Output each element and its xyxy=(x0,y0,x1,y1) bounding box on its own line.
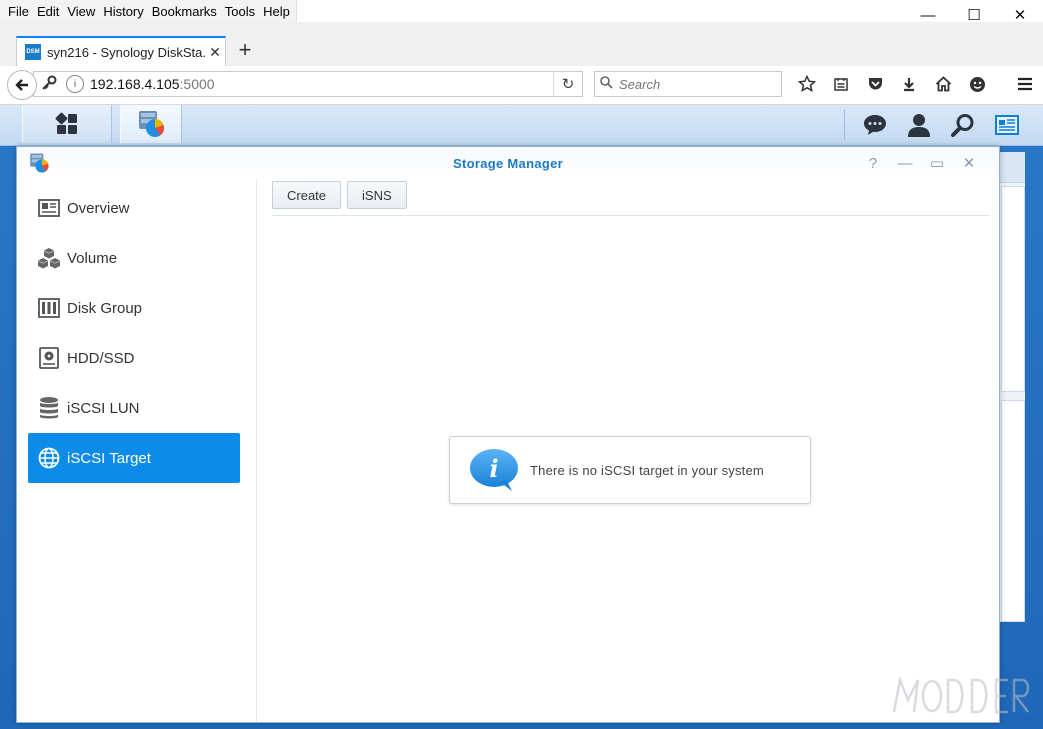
close-window-button[interactable]: ✕ xyxy=(997,0,1043,30)
back-button[interactable] xyxy=(7,70,37,100)
sidebar-item-label: HDD/SSD xyxy=(67,349,135,367)
taskbar-right-icons xyxy=(844,108,1029,142)
menu-help[interactable]: Help xyxy=(261,4,296,19)
sidebar-item-iscsi-lun[interactable]: iSCSI LUN xyxy=(28,383,240,433)
storage-manager-app-icon xyxy=(139,111,165,137)
sidebar-item-label: Overview xyxy=(67,199,130,217)
taskbar-separator xyxy=(844,110,845,140)
sidebar-item-overview[interactable]: Overview xyxy=(28,183,240,233)
overview-icon xyxy=(36,195,62,221)
background-window-body xyxy=(1001,186,1025,392)
search-icon[interactable] xyxy=(941,108,985,142)
sidebar-item-label: Volume xyxy=(67,249,118,267)
sidebar-item-iscsi-target[interactable]: iSCSI Target xyxy=(28,433,240,483)
sidebar-item-volume[interactable]: Volume xyxy=(28,233,240,283)
url-host: 192.168.4.105 xyxy=(90,76,180,92)
search-bar[interactable] xyxy=(594,71,782,97)
download-icon[interactable] xyxy=(892,71,926,97)
bookmark-star-icon[interactable] xyxy=(790,71,824,97)
window-maximize-button[interactable]: ▭ xyxy=(921,153,953,173)
disk-group-icon xyxy=(36,295,62,321)
search-icon xyxy=(595,76,617,92)
browser-menubar: File Edit View History Bookmarks Tools H… xyxy=(0,0,1043,24)
window-title-controls: ? — ▭ ✕ xyxy=(857,153,985,173)
reload-icon[interactable]: ↻ xyxy=(553,72,582,96)
dsm-taskbar xyxy=(0,105,1043,146)
url-port: :5000 xyxy=(179,76,215,92)
notifications-chat-icon[interactable] xyxy=(853,108,897,142)
user-icon[interactable] xyxy=(897,108,941,142)
globe-icon xyxy=(36,445,62,471)
site-info-icon[interactable]: i xyxy=(66,75,84,93)
content-toolbar: Create iSNS xyxy=(272,181,413,209)
watermark-logo-icon xyxy=(892,675,1030,714)
background-window-header xyxy=(999,152,1025,183)
key-icon[interactable] xyxy=(38,75,60,94)
search-input[interactable] xyxy=(617,75,771,93)
window-titlebar[interactable]: Storage Manager ? — ▭ ✕ xyxy=(17,147,999,179)
storage-manager-taskbar-button[interactable] xyxy=(120,105,182,143)
sidebar-item-disk-group[interactable]: Disk Group xyxy=(28,283,240,333)
menu-view[interactable]: View xyxy=(65,4,101,19)
menu-list: File Edit View History Bookmarks Tools H… xyxy=(0,0,297,22)
background-window xyxy=(998,152,1025,622)
sidebar-item-hdd-ssd[interactable]: HDD/SSD xyxy=(28,333,240,383)
empty-state-message: i There is no iSCSI target in your syste… xyxy=(449,436,811,504)
svg-text:i: i xyxy=(489,454,498,483)
help-button[interactable]: ? xyxy=(857,153,889,173)
sidebar-item-label: iSCSI LUN xyxy=(67,399,140,417)
background-window-body-lower xyxy=(1001,400,1025,622)
sidebar-item-label: iSCSI Target xyxy=(67,449,151,467)
home-icon[interactable] xyxy=(926,71,960,97)
widgets-icon[interactable] xyxy=(985,108,1029,142)
minimize-button[interactable]: — xyxy=(905,0,951,30)
database-icon xyxy=(36,395,62,421)
menu-edit[interactable]: Edit xyxy=(35,4,65,19)
sidebar-item-label: Disk Group xyxy=(67,299,143,317)
tab-title: syn216 - Synology DiskSta... xyxy=(47,44,205,60)
window-minimize-button[interactable]: — xyxy=(889,153,921,173)
reading-list-icon[interactable] xyxy=(824,71,858,97)
empty-state-text: There is no iSCSI target in your system xyxy=(530,462,764,478)
pocket-icon[interactable] xyxy=(858,71,892,97)
create-button[interactable]: Create xyxy=(272,181,342,209)
navigation-bar: i 192.168.4.105:5000 ↻ xyxy=(0,66,1043,105)
hdd-icon xyxy=(36,345,62,371)
tab-close-icon[interactable]: ✕ xyxy=(205,44,225,61)
menu-bookmarks[interactable]: Bookmarks xyxy=(150,4,223,19)
url-bar[interactable]: i 192.168.4.105:5000 ↻ xyxy=(33,71,583,97)
main-menu-button[interactable] xyxy=(22,105,112,143)
main-menu-icon xyxy=(55,112,77,134)
volume-icon xyxy=(36,245,62,271)
menu-history[interactable]: History xyxy=(101,4,149,19)
tab-strip: DSM syn216 - Synology DiskSta... ✕ + xyxy=(0,30,1043,66)
toolbar-divider xyxy=(272,215,989,216)
storage-manager-window: Storage Manager ? — ▭ ✕ Overview Volume … xyxy=(16,146,1000,723)
window-close-button[interactable]: ✕ xyxy=(953,153,985,173)
info-icon: i xyxy=(470,449,518,491)
new-tab-button[interactable]: + xyxy=(234,38,256,62)
hamburger-menu-icon[interactable] xyxy=(1008,71,1042,97)
browser-toolbar-icons xyxy=(790,71,1042,97)
menu-tools[interactable]: Tools xyxy=(223,4,261,19)
window-title: Storage Manager xyxy=(453,156,563,171)
maximize-button[interactable]: ☐ xyxy=(951,0,997,30)
main-content: Create iSNS i There is no iSCSI target i… xyxy=(257,179,999,722)
sidebar: Overview Volume Disk Group HDD/SSD iSCSI… xyxy=(17,179,257,722)
dsm-favicon-icon: DSM xyxy=(25,44,41,60)
smiley-icon[interactable] xyxy=(960,71,994,97)
isns-button[interactable]: iSNS xyxy=(347,181,407,209)
browser-tab[interactable]: DSM syn216 - Synology DiskSta... ✕ xyxy=(16,36,226,66)
window-controls: — ☐ ✕ xyxy=(905,0,1043,30)
back-arrow-icon xyxy=(15,79,28,91)
menu-file[interactable]: File xyxy=(6,4,35,19)
